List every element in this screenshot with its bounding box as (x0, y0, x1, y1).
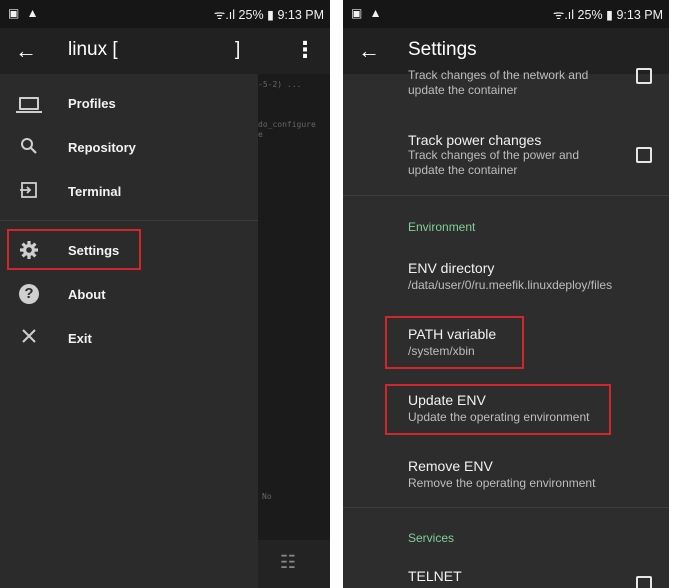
status-bar: ▣ ▲ ᯤ.ıl 25% ▮ 9:13 PM (343, 0, 669, 28)
pref-summary: Remove the operating environment (408, 476, 596, 490)
drawer-item-terminal[interactable]: Terminal (0, 170, 258, 214)
battery-icon: ▮ (606, 8, 613, 22)
pref-title: PATH variable (408, 326, 497, 342)
pref-path-variable[interactable]: PATH variable /system/xbin (408, 326, 669, 359)
drawer-item-label: Terminal (68, 184, 122, 199)
notification-icons: ▣ ▲ (351, 6, 384, 20)
pref-telnet[interactable]: TELNET (408, 568, 669, 584)
search-icon (18, 137, 40, 159)
status-right: ᯤ.ıl 25% ▮ 9:13 PM (214, 6, 324, 23)
pref-summary: Update the operating environment (408, 410, 590, 424)
section-divider (343, 195, 669, 196)
drawer-item-label: Profiles (68, 96, 116, 111)
signal-icon: ᯤ.ıl (552, 8, 575, 22)
section-header-environment: Environment (408, 220, 476, 234)
terminal-line: -5-2) ... (258, 80, 302, 89)
drawer-item-label: Repository (68, 140, 136, 155)
section-header-services: Services (408, 531, 455, 545)
pref-track-network[interactable]: Track changes of the network and update … (408, 68, 669, 98)
app-toolbar: ← linux [ ] ⋮ (0, 28, 330, 74)
toolbar-title: linux [ (68, 39, 118, 60)
left-screenshot: ▣ ▲ ᯤ.ıl 25% ▮ 9:13 PM ← linux [ ] ⋮ -5-… (0, 0, 330, 588)
status-right: ᯤ.ıl 25% ▮ 9:13 PM (553, 6, 663, 23)
pref-summary: update the container (408, 163, 518, 177)
pref-summary: /system/xbin (408, 344, 475, 358)
battery-icon: ▮ (267, 8, 274, 22)
pref-title: Track power changes (408, 132, 542, 148)
terminal-line: No (262, 492, 272, 501)
close-icon (18, 328, 40, 350)
pref-summary: /data/user/0/ru.meefik.linuxdeploy/files (408, 278, 613, 292)
checkbox-telnet[interactable] (636, 576, 652, 588)
toolbar-title-bracket: ] (235, 39, 241, 60)
pref-title: Remove ENV (408, 458, 493, 474)
drawer-item-repository[interactable]: Repository (0, 126, 258, 170)
terminal-output-background: -5-2) ... do_configure e No ☷ (258, 74, 330, 588)
battery-level: 25% (238, 8, 264, 22)
checkbox-track-power[interactable] (636, 147, 652, 163)
pref-remove-env[interactable]: Remove ENV Remove the operating environm… (408, 458, 669, 491)
drawer-item-settings[interactable]: Settings (0, 229, 258, 273)
pref-title: ENV directory (408, 260, 495, 276)
drawer-item-profiles[interactable]: Profiles (0, 82, 258, 126)
drawer-item-about[interactable]: ? About (0, 273, 258, 317)
tune-icon[interactable]: ☷ (280, 552, 296, 573)
page-title: Settings (408, 39, 477, 60)
drawer-item-exit[interactable]: Exit (0, 317, 258, 361)
terminal-line: do_configure (258, 120, 316, 129)
checkbox-track-network[interactable] (636, 68, 652, 84)
pref-title: Update ENV (408, 392, 486, 408)
terminal-line: e (258, 130, 263, 139)
battery-level: 25% (577, 8, 603, 22)
pref-update-env[interactable]: Update ENV Update the operating environm… (408, 392, 669, 425)
pref-summary: Track changes of the network and (408, 68, 589, 82)
pref-summary: update the container (408, 83, 518, 97)
gear-icon (18, 240, 40, 262)
drawer-item-label: About (68, 287, 106, 302)
pref-summary: Track changes of the power and (408, 148, 579, 162)
pref-env-directory[interactable]: ENV directory /data/user/0/ru.meefik.lin… (408, 260, 669, 293)
clock: 9:13 PM (277, 8, 324, 22)
pref-title: TELNET (408, 568, 462, 584)
bottom-bar: ☷ (258, 540, 330, 588)
section-divider (343, 507, 669, 508)
clock: 9:13 PM (616, 8, 663, 22)
right-screenshot: ▣ ▲ ᯤ.ıl 25% ▮ 9:13 PM ← Settings Track … (343, 0, 669, 588)
back-arrow-icon[interactable]: ← (15, 38, 37, 64)
pref-track-power[interactable]: Track power changes Track changes of the… (408, 132, 669, 178)
terminal-icon (18, 181, 40, 203)
drawer-item-label: Exit (68, 331, 92, 346)
signal-icon: ᯤ.ıl (213, 8, 236, 22)
drawer-item-label: Settings (68, 243, 120, 258)
settings-list: Track changes of the network and update … (343, 68, 669, 588)
more-options-icon[interactable]: ⋮ (294, 37, 316, 63)
back-arrow-icon[interactable]: ← (358, 38, 380, 64)
drawer-divider (0, 220, 258, 221)
navigation-drawer: Profiles Repository Terminal Settings ? … (0, 74, 258, 588)
status-bar: ▣ ▲ ᯤ.ıl 25% ▮ 9:13 PM (0, 0, 330, 28)
notification-icons: ▣ ▲ (8, 6, 41, 20)
